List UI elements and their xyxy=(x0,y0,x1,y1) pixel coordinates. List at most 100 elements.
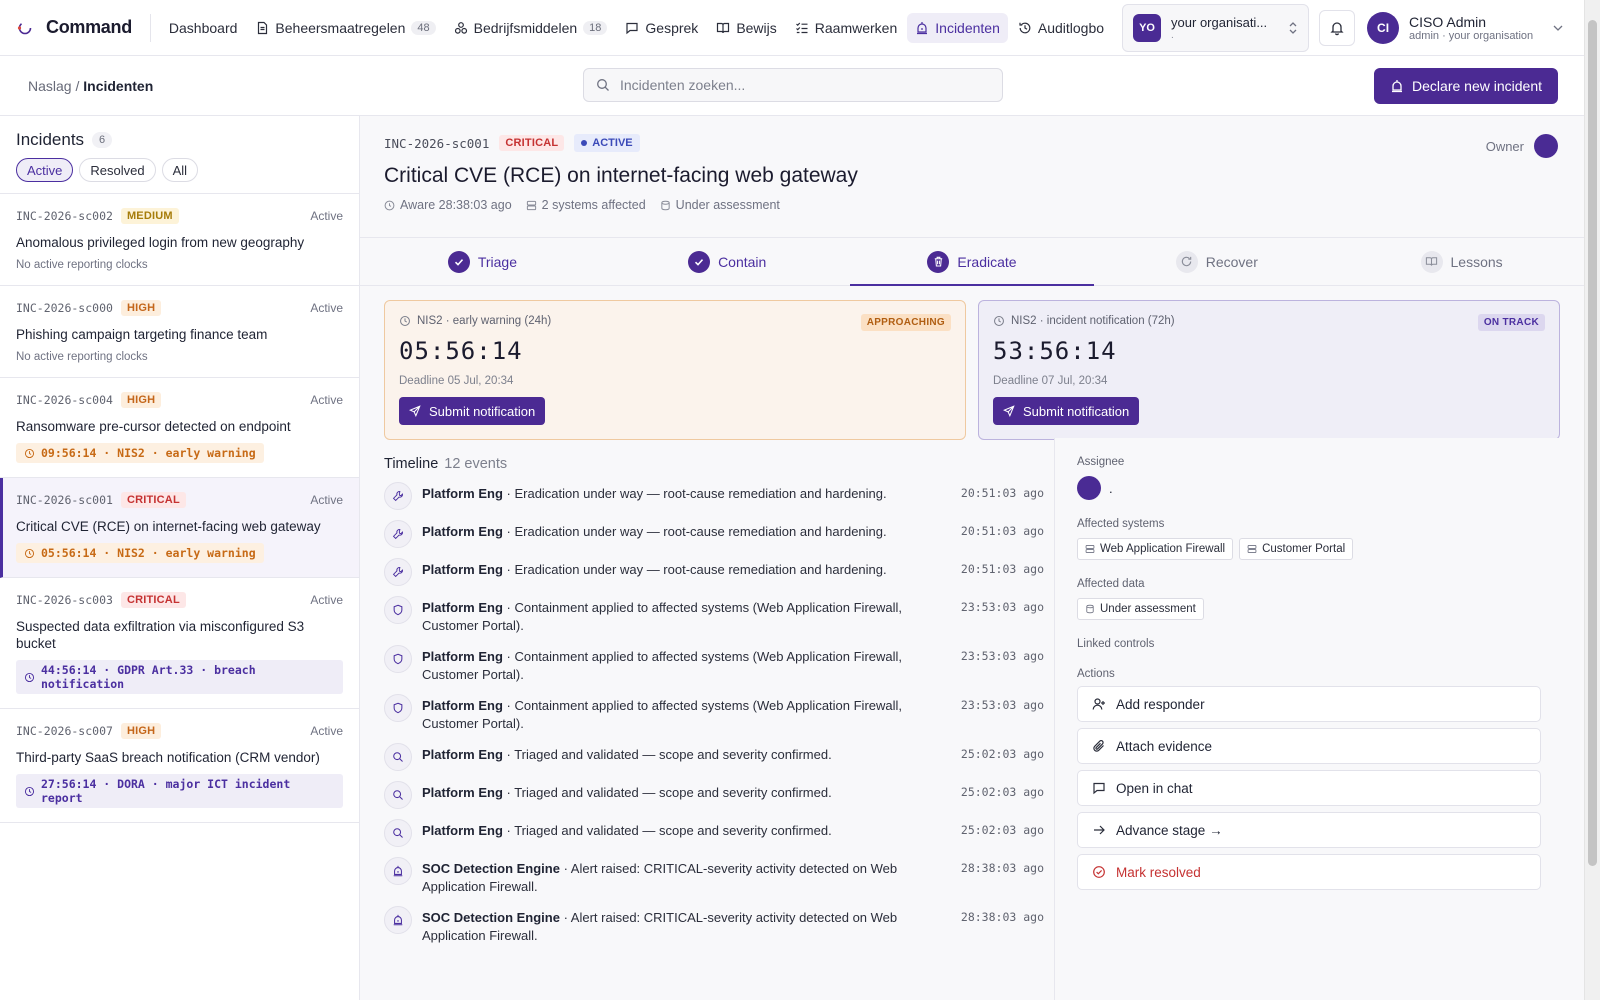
timeline-actor: SOC Detection Engine xyxy=(422,861,560,876)
breadcrumb-current: Incidenten xyxy=(83,77,154,94)
submit-notification-button[interactable]: Submit notification xyxy=(993,397,1140,425)
search-box[interactable] xyxy=(583,68,1003,102)
timeline-message: · Eradication under way — root-cause rem… xyxy=(502,486,887,501)
siren-icon xyxy=(393,914,403,926)
incident-status: Active xyxy=(310,493,343,507)
systems-meta: 2 systems affected xyxy=(526,198,646,212)
timeline-event-icon xyxy=(384,482,412,510)
action-mark-resolved-button[interactable]: Mark resolved xyxy=(1077,854,1541,890)
affected-data-tag[interactable]: Under assessment xyxy=(1077,598,1204,620)
timeline-event-icon xyxy=(384,694,412,722)
notifications-button[interactable] xyxy=(1319,9,1356,46)
stage-triage[interactable]: Triage xyxy=(360,238,605,285)
user-name: CISO Admin xyxy=(1409,13,1487,30)
stage-contain[interactable]: Contain xyxy=(605,238,850,285)
timeline-event-text: Platform Eng · Containment applied to af… xyxy=(422,697,932,733)
action-attach-evidence-button[interactable]: Attach evidence xyxy=(1077,728,1541,764)
breadcrumb-separator: / xyxy=(75,77,80,94)
incident-subtext: No active reporting clocks xyxy=(16,259,148,271)
timeline-count: 12 events xyxy=(444,456,508,472)
timeline-event: Platform Eng · Containment applied to af… xyxy=(384,596,1044,635)
reporting-clock-card: NIS2 · early warning (24h) APPROACHING 05:… xyxy=(384,300,966,440)
filter-resolved[interactable]: Resolved xyxy=(79,158,156,182)
timeline-event-icon xyxy=(384,819,412,847)
action-open-in-chat-button[interactable]: Open in chat xyxy=(1077,770,1541,806)
affected-system-tag[interactable]: Customer Portal xyxy=(1239,538,1354,560)
affected-system-tag[interactable]: Web Application Firewall xyxy=(1077,538,1234,560)
incident-meta: Aware 28:38:03 ago 2 systems affected Un… xyxy=(384,198,1560,212)
timeline-event: Platform Eng · Containment applied to af… xyxy=(384,694,1044,733)
timeline-time: 25:02:03 ago xyxy=(960,785,1044,799)
clock-status-pill: APPROACHING xyxy=(860,314,951,331)
aware-meta: Aware 28:38:03 ago xyxy=(384,198,512,212)
nav-item-gesprek[interactable]: Gesprek xyxy=(617,13,706,43)
stage-label: Lessons xyxy=(1450,253,1503,270)
incident-list-item[interactable]: INC-2026-sc001 CRITICAL Active Critical CVE… xyxy=(0,478,359,578)
user-menu[interactable]: CI CISO Admin admin · your organisation xyxy=(1367,11,1563,44)
declare-incident-button[interactable]: Declare new incident xyxy=(1374,68,1558,104)
incident-list-title: Incidents xyxy=(16,130,85,149)
search-icon xyxy=(597,79,609,91)
wrench-icon xyxy=(392,529,403,540)
page-scrollbar[interactable] xyxy=(1584,0,1600,1000)
submit-notification-button[interactable]: Submit notification xyxy=(399,397,546,425)
nav-label: Gesprek xyxy=(645,19,699,36)
timeline-event: Platform Eng · Triaged and validated — s… xyxy=(384,781,1044,809)
incident-list-item[interactable]: INC-2026-sc007 HIGH Active Third-party SaaS… xyxy=(0,709,359,823)
book-open-icon xyxy=(1425,257,1438,266)
app-name: Command xyxy=(46,17,132,37)
actions-label: Actions xyxy=(1077,668,1115,680)
divider xyxy=(149,13,151,42)
stage-lessons[interactable]: Lessons xyxy=(1339,238,1584,285)
timeline-event-icon xyxy=(384,781,412,809)
timeline-event: Platform Eng · Triaged and validated — s… xyxy=(384,819,1044,847)
timeline-actor: Platform Eng xyxy=(422,649,503,664)
timeline-event: Platform Eng · Eradication under way — r… xyxy=(384,482,1044,510)
timeline-time: 28:38:03 ago xyxy=(960,861,1044,875)
stage-recover[interactable]: Recover xyxy=(1094,238,1339,285)
search-input[interactable] xyxy=(620,77,980,93)
nav-item-bewijs[interactable]: Bewijs xyxy=(708,13,784,43)
incident-list-item[interactable]: INC-2026-sc003 CRITICAL Active Suspected da… xyxy=(0,578,359,709)
sub-bar: Naslag / Incidenten Declare new incident xyxy=(0,56,1600,116)
nav-item-beheersmaatregelen[interactable]: Beheersmaatregelen 48 xyxy=(247,13,443,43)
nav-item-dashboard[interactable]: Dashboard xyxy=(161,13,246,43)
nav-item-incidenten[interactable]: Incidenten xyxy=(907,12,1008,43)
owner[interactable]: Owner xyxy=(1486,134,1558,158)
timeline-actor: Platform Eng xyxy=(422,486,503,501)
clock-icon xyxy=(24,448,35,458)
incident-title: Phishing campaign targeting finance team xyxy=(16,327,268,342)
status-badge: ACTIVE xyxy=(574,134,640,152)
scrollbar-thumb[interactable] xyxy=(1588,20,1597,866)
filter-all[interactable]: All xyxy=(161,158,199,182)
incident-list-item[interactable]: INC-2026-sc002 MEDIUM Active Anomalous priv… xyxy=(0,194,359,286)
timeline-message: · Eradication under way — root-cause rem… xyxy=(502,524,887,539)
trash-icon xyxy=(934,256,943,267)
stage-label: Recover xyxy=(1205,253,1258,270)
incident-list-item[interactable]: INC-2026-sc000 HIGH Active Phishing campaig… xyxy=(0,286,359,378)
assignee[interactable]: . xyxy=(1077,476,1562,500)
refresh-icon xyxy=(1181,256,1192,267)
reporting-clock-tag: 09:56:14 · NIS2 · early warning xyxy=(16,443,264,463)
filter-active[interactable]: Active xyxy=(16,158,74,182)
org-switcher[interactable]: YO your organisati... . xyxy=(1122,3,1310,52)
action-advance-stage-button[interactable]: Advance stage → xyxy=(1077,812,1541,848)
chevron-updown-icon xyxy=(1289,21,1297,34)
server-icon xyxy=(526,200,536,210)
avatar: CI xyxy=(1367,11,1400,44)
search-icon xyxy=(393,790,403,800)
affected-systems-label: Affected systems xyxy=(1077,518,1165,530)
nav-item-auditlogbo[interactable]: Auditlogbo xyxy=(1010,13,1112,43)
book-icon xyxy=(717,22,730,33)
breadcrumb-parent[interactable]: Naslag xyxy=(28,78,72,94)
stage-eradicate[interactable]: Eradicate xyxy=(849,238,1095,286)
nav-item-raamwerken[interactable]: Raamwerken xyxy=(787,13,905,43)
clock-countdown: 05:56:14 xyxy=(399,337,523,365)
incident-list-item[interactable]: INC-2026-sc004 HIGH Active Ransomware pre-c… xyxy=(0,378,359,478)
owner-label: Owner xyxy=(1485,138,1524,154)
nav-item-bedrijfsmiddelen[interactable]: Bedrijfsmiddelen 18 xyxy=(446,13,616,43)
reporting-clock-card: NIS2 · incident notification (72h) ON TRA… xyxy=(978,300,1560,440)
action-add-responder-button[interactable]: Add responder xyxy=(1077,686,1541,722)
app-logo[interactable]: Command xyxy=(16,17,132,38)
nav-label: Auditlogbo xyxy=(1037,19,1105,36)
